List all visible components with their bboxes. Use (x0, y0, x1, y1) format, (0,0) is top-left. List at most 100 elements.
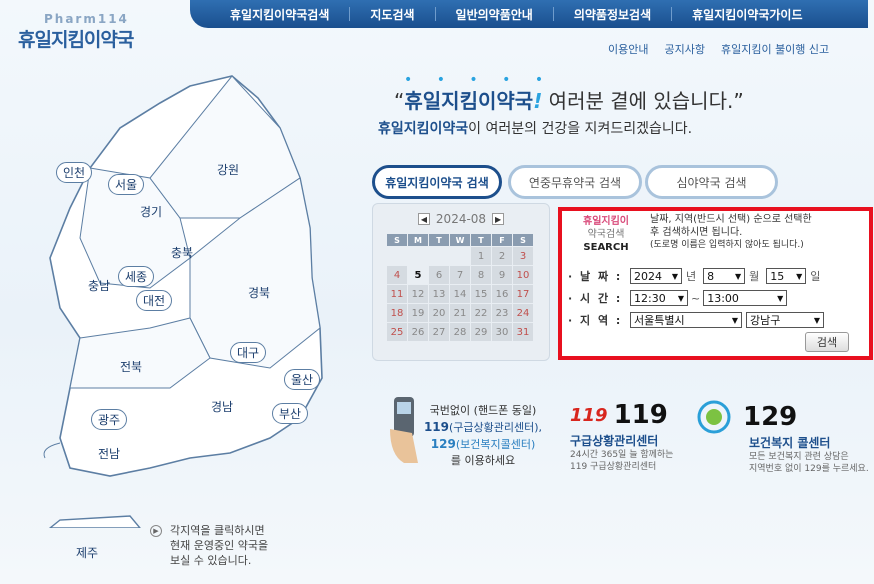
day-unit: 일 (810, 270, 821, 283)
phone-line4: 를 이용하세요 (450, 454, 516, 467)
nav-guide[interactable]: 휴일지킴이약국가이드 (672, 6, 822, 23)
region-jeonnam[interactable]: 전남 (98, 445, 120, 462)
region-chungnam[interactable]: 충남 (88, 277, 110, 294)
tab-night-pharmacy[interactable]: 심야약국 검색 (645, 165, 778, 199)
korea-map-shape (43, 75, 323, 528)
calendar-day[interactable]: 11 (387, 285, 407, 303)
nav-otc-info[interactable]: 일반의약품안내 (436, 6, 553, 23)
time-to-select[interactable]: 13:00 ▼ (703, 290, 788, 306)
time-from-select[interactable]: 12:30 ▼ (630, 290, 688, 306)
calendar-day[interactable]: 27 (429, 323, 449, 341)
region-gangwon[interactable]: 강원 (217, 161, 239, 178)
calendar-day[interactable]: 24 (513, 304, 533, 322)
region-jeonbuk[interactable]: 전북 (120, 358, 142, 375)
calendar-day[interactable]: 14 (450, 285, 470, 303)
play-icon: ▶ (150, 525, 162, 537)
calendar-day[interactable]: 29 (471, 323, 491, 341)
calendar-day[interactable]: 15 (471, 285, 491, 303)
region-incheon[interactable]: 인천 (56, 162, 93, 183)
nav-pharmacy-search[interactable]: 휴일지킴이약국검색 (210, 6, 349, 23)
nav-drug-info-search[interactable]: 의약품정보검색 (554, 6, 671, 23)
search-button[interactable]: 검색 (805, 332, 849, 352)
region-gyeonggi[interactable]: 경기 (140, 203, 162, 220)
calendar-day[interactable]: 1 (471, 247, 491, 265)
calendar-day[interactable]: 13 (429, 285, 449, 303)
center-129-desc2: 지역번호 없이 129를 누르세요. (749, 464, 869, 474)
headline-rest: 여러분 곁에 있습니다.” (542, 89, 744, 113)
prev-month-icon[interactable]: ◀ (417, 213, 430, 225)
calendar-day[interactable]: 6 (429, 266, 449, 284)
city-select[interactable]: 서울특별시 ▼ (630, 312, 742, 328)
center-119-number: 119 (613, 400, 668, 430)
headline-highlight: 휴일지킴이약국 (404, 89, 534, 113)
phone-119-desc: (구급상황관리센터), (449, 421, 543, 434)
calendar-day[interactable]: 10 (513, 266, 533, 284)
usage-guide-link[interactable]: 이용안내 (608, 41, 648, 57)
logo[interactable]: 휴일지킴이약국 (18, 25, 134, 52)
next-month-icon[interactable]: ▶ (492, 213, 505, 225)
calendar-day[interactable]: 7 (450, 266, 470, 284)
month-unit: 월 (749, 270, 760, 283)
tab-holiday-pharmacy[interactable]: 휴일지킴이약국 검색 (372, 165, 502, 199)
region-sejong[interactable]: 세종 (118, 266, 155, 287)
region-daejeon[interactable]: 대전 (136, 290, 173, 311)
region-seoul[interactable]: 서울 (108, 174, 145, 195)
district-select[interactable]: 강남구 ▼ (746, 312, 824, 328)
time-from-value: 12:30 (634, 291, 666, 305)
notice-link[interactable]: 공지사항 (664, 41, 704, 57)
year-select[interactable]: 2024 ▼ (630, 268, 682, 284)
calendar-day[interactable]: 9 (492, 266, 512, 284)
calendar-day[interactable]: 5 (408, 266, 428, 284)
center-119-desc1: 24시간 365일 늘 함께하는 (570, 450, 674, 460)
time-row: · 시 간 : 12:30 ▼ ~ 13:00 ▼ (568, 290, 788, 306)
calendar-day[interactable]: 3 (513, 247, 533, 265)
year-unit: 년 (686, 270, 697, 283)
nav-map-search[interactable]: 지도검색 (350, 6, 434, 23)
chevron-down-icon: ▼ (813, 315, 820, 325)
phone-info-text: 국번없이 (핸드폰 동일) 119(구급상황관리센터), 129(보건복지콜센터… (418, 403, 548, 469)
region-gyeongnam[interactable]: 경남 (211, 398, 233, 415)
calendar-day[interactable]: 25 (387, 323, 407, 341)
calendar-day[interactable]: 4 (387, 266, 407, 284)
chevron-down-icon: ▼ (796, 271, 803, 281)
calendar-day[interactable]: 23 (492, 304, 512, 322)
month-select[interactable]: 8 ▼ (703, 268, 746, 284)
center-129: 129 보건복지 콜센터 모든 보건복지 관련 상담은 지역번호 없이 129를… (693, 400, 869, 475)
day-select[interactable]: 15 ▼ (766, 268, 807, 284)
calendar-day[interactable]: 22 (471, 304, 491, 322)
calendar-day[interactable]: 12 (408, 285, 428, 303)
region-gwangju[interactable]: 광주 (91, 409, 128, 430)
chevron-down-icon: ▼ (671, 271, 678, 281)
headline: “휴일지킴이약국! 여러분 곁에 있습니다.” (394, 85, 744, 114)
calendar-day[interactable]: 17 (513, 285, 533, 303)
subheadline: 휴일지킴이약국이 여러분의 건강을 지켜드리겠습니다. (378, 118, 692, 138)
calendar-day[interactable]: 8 (471, 266, 491, 284)
month-value: 8 (707, 269, 715, 283)
region-busan[interactable]: 부산 (272, 403, 309, 424)
region-chungbuk[interactable]: 충북 (171, 244, 193, 261)
center-119-desc2: 119 구급상황관리센터 (570, 462, 657, 472)
search-title-line3: SEARCH (583, 242, 629, 253)
calendar-day[interactable]: 30 (492, 323, 512, 341)
calendar-day[interactable]: 19 (408, 304, 428, 322)
calendar-day[interactable]: 26 (408, 323, 428, 341)
calendar-day[interactable]: 18 (387, 304, 407, 322)
calendar-day[interactable]: 21 (450, 304, 470, 322)
jeju-shape[interactable] (48, 515, 141, 528)
calendar-day[interactable]: 31 (513, 323, 533, 341)
region-jeju[interactable]: 제주 (76, 544, 98, 561)
region-daegu[interactable]: 대구 (230, 342, 267, 363)
tab-yearround-pharmacy[interactable]: 연중무휴약국 검색 (508, 165, 642, 199)
subheadline-rest: 이 여러분의 건강을 지켜드리겠습니다. (468, 121, 693, 137)
calendar-day[interactable]: 20 (429, 304, 449, 322)
calendar-day[interactable]: 28 (450, 323, 470, 341)
calendar-day[interactable]: 2 (492, 247, 512, 265)
calendar-weekday: S (387, 234, 407, 246)
calendar-header: ◀ 2024-08 ▶ (373, 212, 549, 226)
map-hint-line3: 보실 수 있습니다. (170, 554, 252, 567)
region-ulsan[interactable]: 울산 (284, 369, 321, 390)
calendar-day[interactable]: 16 (492, 285, 512, 303)
center-129-number: 129 (743, 402, 798, 432)
region-gyeongbuk[interactable]: 경북 (248, 284, 270, 301)
report-link[interactable]: 휴일지킴이 불이행 신고 (721, 41, 829, 57)
